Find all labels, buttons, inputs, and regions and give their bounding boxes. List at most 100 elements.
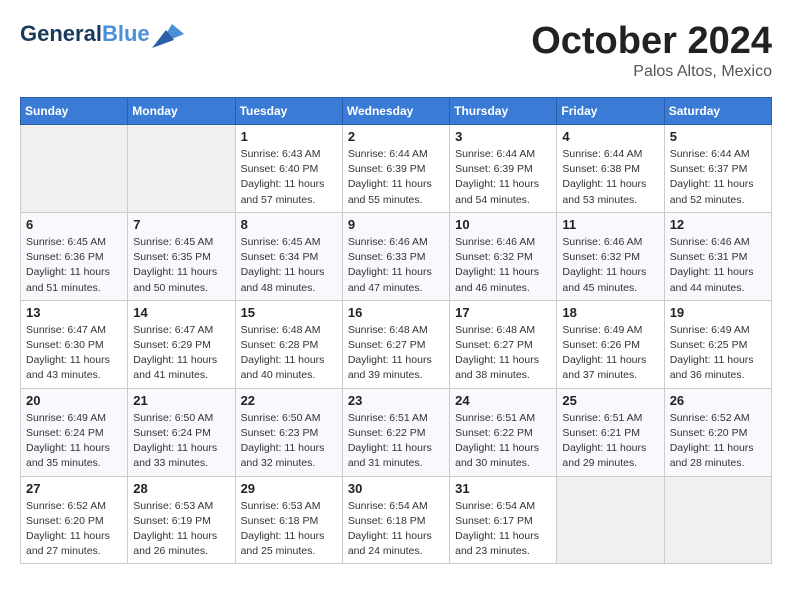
page-header: GeneralBlue October 2024 Palos Altos, Me…	[20, 20, 772, 81]
calendar-week-row: 27 Sunrise: 6:52 AMSunset: 6:20 PMDayligh…	[21, 476, 772, 564]
day-info: Sunrise: 6:44 AMSunset: 6:39 PMDaylight:…	[455, 147, 551, 208]
day-number: 2	[348, 129, 444, 144]
day-info: Sunrise: 6:53 AMSunset: 6:19 PMDaylight:…	[133, 499, 229, 560]
day-number: 23	[348, 393, 444, 408]
day-number: 27	[26, 481, 122, 496]
day-number: 19	[670, 305, 766, 320]
calendar-cell: 15 Sunrise: 6:48 AMSunset: 6:28 PMDayligh…	[235, 300, 342, 388]
calendar-cell: 21 Sunrise: 6:50 AMSunset: 6:24 PMDayligh…	[128, 388, 235, 476]
weekday-header: Saturday	[664, 98, 771, 125]
day-info: Sunrise: 6:49 AMSunset: 6:25 PMDaylight:…	[670, 323, 766, 384]
day-number: 21	[133, 393, 229, 408]
calendar-cell: 9Sunrise: 6:46 AMSunset: 6:33 PMDaylight…	[342, 212, 449, 300]
day-info: Sunrise: 6:52 AMSunset: 6:20 PMDaylight:…	[670, 411, 766, 472]
logo-icon	[152, 20, 184, 48]
day-info: Sunrise: 6:45 AMSunset: 6:36 PMDaylight:…	[26, 235, 122, 296]
calendar-cell: 24 Sunrise: 6:51 AMSunset: 6:22 PMDayligh…	[450, 388, 557, 476]
day-number: 31	[455, 481, 551, 496]
calendar-cell: 31 Sunrise: 6:54 AMSunset: 6:17 PMDayligh…	[450, 476, 557, 564]
calendar-cell: 11Sunrise: 6:46 AMSunset: 6:32 PMDayligh…	[557, 212, 664, 300]
day-info: Sunrise: 6:43 AMSunset: 6:40 PMDaylight:…	[241, 147, 337, 208]
day-info: Sunrise: 6:51 AMSunset: 6:22 PMDaylight:…	[348, 411, 444, 472]
logo: GeneralBlue	[20, 20, 184, 48]
day-number: 7	[133, 217, 229, 232]
day-info: Sunrise: 6:49 AMSunset: 6:26 PMDaylight:…	[562, 323, 658, 384]
day-number: 30	[348, 481, 444, 496]
day-info: Sunrise: 6:54 AMSunset: 6:18 PMDaylight:…	[348, 499, 444, 560]
calendar-cell: 12Sunrise: 6:46 AMSunset: 6:31 PMDayligh…	[664, 212, 771, 300]
calendar-cell: 16 Sunrise: 6:48 AMSunset: 6:27 PMDayligh…	[342, 300, 449, 388]
calendar-table: SundayMondayTuesdayWednesdayThursdayFrid…	[20, 97, 772, 564]
day-info: Sunrise: 6:51 AMSunset: 6:21 PMDaylight:…	[562, 411, 658, 472]
weekday-header: Wednesday	[342, 98, 449, 125]
calendar-cell: 8 Sunrise: 6:45 AMSunset: 6:34 PMDaylight…	[235, 212, 342, 300]
calendar-cell: 23 Sunrise: 6:51 AMSunset: 6:22 PMDayligh…	[342, 388, 449, 476]
calendar-cell: 20 Sunrise: 6:49 AMSunset: 6:24 PMDayligh…	[21, 388, 128, 476]
day-number: 14	[133, 305, 229, 320]
weekday-header: Sunday	[21, 98, 128, 125]
day-number: 10	[455, 217, 551, 232]
calendar-cell: 19 Sunrise: 6:49 AMSunset: 6:25 PMDayligh…	[664, 300, 771, 388]
day-info: Sunrise: 6:46 AMSunset: 6:33 PMDaylight:…	[348, 235, 444, 296]
calendar-cell: 18 Sunrise: 6:49 AMSunset: 6:26 PMDayligh…	[557, 300, 664, 388]
calendar-cell: 25 Sunrise: 6:51 AMSunset: 6:21 PMDayligh…	[557, 388, 664, 476]
calendar-cell: 6 Sunrise: 6:45 AMSunset: 6:36 PMDaylight…	[21, 212, 128, 300]
day-info: Sunrise: 6:53 AMSunset: 6:18 PMDaylight:…	[241, 499, 337, 560]
day-info: Sunrise: 6:46 AMSunset: 6:32 PMDaylight:…	[562, 235, 658, 296]
day-info: Sunrise: 6:48 AMSunset: 6:27 PMDaylight:…	[348, 323, 444, 384]
day-info: Sunrise: 6:51 AMSunset: 6:22 PMDaylight:…	[455, 411, 551, 472]
day-info: Sunrise: 6:50 AMSunset: 6:24 PMDaylight:…	[133, 411, 229, 472]
day-info: Sunrise: 6:52 AMSunset: 6:20 PMDaylight:…	[26, 499, 122, 560]
day-number: 20	[26, 393, 122, 408]
day-number: 6	[26, 217, 122, 232]
day-number: 22	[241, 393, 337, 408]
calendar-cell	[557, 476, 664, 564]
day-info: Sunrise: 6:48 AMSunset: 6:27 PMDaylight:…	[455, 323, 551, 384]
weekday-header: Tuesday	[235, 98, 342, 125]
day-number: 17	[455, 305, 551, 320]
calendar-cell: 13 Sunrise: 6:47 AMSunset: 6:30 PMDayligh…	[21, 300, 128, 388]
calendar-cell: 22 Sunrise: 6:50 AMSunset: 6:23 PMDayligh…	[235, 388, 342, 476]
calendar-cell: 28Sunrise: 6:53 AMSunset: 6:19 PMDayligh…	[128, 476, 235, 564]
calendar-cell: 26 Sunrise: 6:52 AMSunset: 6:20 PMDayligh…	[664, 388, 771, 476]
calendar-cell: 7Sunrise: 6:45 AMSunset: 6:35 PMDaylight…	[128, 212, 235, 300]
title-block: October 2024 Palos Altos, Mexico	[531, 20, 772, 81]
weekday-header: Monday	[128, 98, 235, 125]
day-info: Sunrise: 6:47 AMSunset: 6:30 PMDaylight:…	[26, 323, 122, 384]
day-info: Sunrise: 6:50 AMSunset: 6:23 PMDaylight:…	[241, 411, 337, 472]
day-info: Sunrise: 6:44 AMSunset: 6:38 PMDaylight:…	[562, 147, 658, 208]
calendar-cell: 30 Sunrise: 6:54 AMSunset: 6:18 PMDayligh…	[342, 476, 449, 564]
day-number: 4	[562, 129, 658, 144]
location-title: Palos Altos, Mexico	[531, 63, 772, 81]
day-number: 26	[670, 393, 766, 408]
day-number: 1	[241, 129, 337, 144]
calendar-cell	[21, 125, 128, 213]
calendar-cell: 5Sunrise: 6:44 AMSunset: 6:37 PMDaylight…	[664, 125, 771, 213]
calendar-cell: 10Sunrise: 6:46 AMSunset: 6:32 PMDayligh…	[450, 212, 557, 300]
calendar-week-row: 20 Sunrise: 6:49 AMSunset: 6:24 PMDayligh…	[21, 388, 772, 476]
logo-text: GeneralBlue	[20, 22, 150, 46]
day-number: 24	[455, 393, 551, 408]
calendar-cell	[664, 476, 771, 564]
day-info: Sunrise: 6:45 AMSunset: 6:34 PMDaylight:…	[241, 235, 337, 296]
day-info: Sunrise: 6:49 AMSunset: 6:24 PMDaylight:…	[26, 411, 122, 472]
weekday-header: Thursday	[450, 98, 557, 125]
day-number: 18	[562, 305, 658, 320]
day-info: Sunrise: 6:54 AMSunset: 6:17 PMDaylight:…	[455, 499, 551, 560]
day-number: 13	[26, 305, 122, 320]
day-info: Sunrise: 6:46 AMSunset: 6:31 PMDaylight:…	[670, 235, 766, 296]
day-number: 16	[348, 305, 444, 320]
day-info: Sunrise: 6:44 AMSunset: 6:39 PMDaylight:…	[348, 147, 444, 208]
weekday-header-row: SundayMondayTuesdayWednesdayThursdayFrid…	[21, 98, 772, 125]
day-number: 25	[562, 393, 658, 408]
calendar-cell: 1 Sunrise: 6:43 AMSunset: 6:40 PMDaylight…	[235, 125, 342, 213]
calendar-week-row: 6 Sunrise: 6:45 AMSunset: 6:36 PMDaylight…	[21, 212, 772, 300]
day-info: Sunrise: 6:47 AMSunset: 6:29 PMDaylight:…	[133, 323, 229, 384]
day-number: 15	[241, 305, 337, 320]
calendar-week-row: 1 Sunrise: 6:43 AMSunset: 6:40 PMDaylight…	[21, 125, 772, 213]
calendar-cell: 4 Sunrise: 6:44 AMSunset: 6:38 PMDaylight…	[557, 125, 664, 213]
day-info: Sunrise: 6:48 AMSunset: 6:28 PMDaylight:…	[241, 323, 337, 384]
day-number: 8	[241, 217, 337, 232]
calendar-week-row: 13 Sunrise: 6:47 AMSunset: 6:30 PMDayligh…	[21, 300, 772, 388]
calendar-cell: 14 Sunrise: 6:47 AMSunset: 6:29 PMDayligh…	[128, 300, 235, 388]
